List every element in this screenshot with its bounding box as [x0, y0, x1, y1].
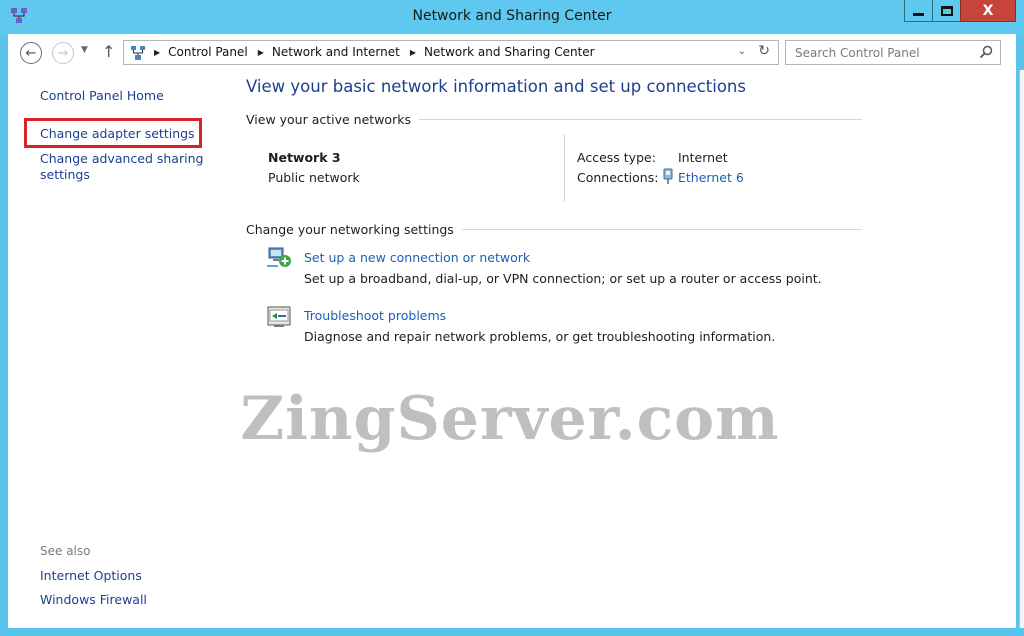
windows-firewall-link[interactable]: Windows Firewall	[40, 592, 147, 608]
breadcrumb-separator-icon[interactable]: ▶	[154, 48, 160, 57]
address-history-dropdown[interactable]: ⌄	[738, 46, 746, 57]
minimize-button[interactable]	[904, 0, 932, 22]
forward-arrow-icon: →	[57, 45, 69, 61]
up-arrow-icon: ↑	[102, 42, 116, 61]
internet-options-link[interactable]: Internet Options	[40, 568, 142, 584]
left-navigation-pane: Control Panel Home Change adapter settin…	[8, 72, 238, 628]
active-networks-section-header: View your active networks	[246, 112, 862, 127]
watermark: ZingServer.com	[240, 384, 780, 454]
main-content: View your basic network information and …	[246, 72, 1006, 628]
window-client: ← → ▼ ↑ ▶ Control Panel ▶ Network and In…	[8, 34, 1016, 628]
breadcrumb-separator-icon[interactable]: ▶	[258, 48, 264, 57]
ethernet-icon	[663, 168, 673, 184]
section-divider	[461, 229, 862, 230]
new-connection-icon	[267, 247, 291, 267]
control-panel-home-link[interactable]: Control Panel Home	[40, 88, 164, 104]
vertical-divider	[564, 134, 565, 202]
window-frame-bottom	[0, 628, 1024, 636]
breadcrumb-network-and-sharing-center[interactable]: Network and Sharing Center	[424, 45, 595, 59]
back-button[interactable]: ←	[20, 42, 42, 64]
navigation-bar: ← → ▼ ↑ ▶ Control Panel ▶ Network and In…	[8, 34, 1016, 72]
change-settings-section-header: Change your networking settings	[246, 222, 862, 237]
change-adapter-settings-link[interactable]: Change adapter settings	[40, 126, 195, 142]
access-type-value: Internet	[678, 150, 728, 165]
access-type-label: Access type:	[577, 150, 656, 165]
search-box	[785, 40, 1001, 65]
troubleshoot-problems-link[interactable]: Troubleshoot problems	[304, 308, 446, 323]
breadcrumb-network-and-internet[interactable]: Network and Internet	[272, 45, 400, 59]
breadcrumb-control-panel[interactable]: Control Panel	[168, 45, 248, 59]
active-networks-header-text: View your active networks	[246, 112, 411, 127]
control-panel-icon	[131, 46, 145, 60]
network-category: Public network	[268, 170, 360, 185]
search-input[interactable]	[786, 41, 976, 64]
window-title: Network and Sharing Center	[412, 8, 612, 24]
close-icon: X	[982, 2, 994, 19]
ethernet-connection-link[interactable]: Ethernet 6	[678, 170, 744, 185]
breadcrumb-separator-icon[interactable]: ▶	[410, 48, 416, 57]
back-arrow-icon: ←	[25, 45, 37, 61]
refresh-icon[interactable]: ↻	[758, 43, 770, 59]
troubleshoot-icon	[267, 306, 291, 327]
page-title: View your basic network information and …	[246, 77, 746, 96]
chevron-down-icon: ▼	[81, 45, 88, 55]
title-bar: Network and Sharing Center X	[0, 0, 1024, 34]
set-up-new-connection-description: Set up a broadband, dial-up, or VPN conn…	[304, 271, 822, 286]
up-button[interactable]: ↑	[102, 42, 115, 61]
troubleshoot-problems-description: Diagnose and repair network problems, or…	[304, 329, 776, 344]
maximize-icon	[940, 5, 953, 16]
recent-locations-dropdown[interactable]: ▼	[81, 45, 88, 55]
window-controls: X	[904, 0, 1016, 22]
forward-button[interactable]: →	[52, 42, 74, 64]
search-icon[interactable]	[978, 44, 994, 60]
background-window	[1019, 70, 1024, 630]
change-settings-header-text: Change your networking settings	[246, 222, 454, 237]
see-also-label: See also	[40, 544, 91, 558]
network-name: Network 3	[268, 150, 341, 165]
close-button[interactable]: X	[960, 0, 1016, 22]
connections-label: Connections:	[577, 170, 659, 185]
address-bar[interactable]: ▶ Control Panel ▶ Network and Internet ▶…	[123, 40, 779, 65]
set-up-new-connection-link[interactable]: Set up a new connection or network	[304, 250, 530, 265]
breadcrumb: ▶ Control Panel ▶ Network and Internet ▶…	[154, 45, 605, 59]
section-divider	[418, 119, 862, 120]
maximize-button[interactable]	[932, 0, 960, 22]
minimize-icon	[913, 13, 924, 16]
change-advanced-sharing-settings-link[interactable]: Change advanced sharing settings	[40, 151, 210, 183]
